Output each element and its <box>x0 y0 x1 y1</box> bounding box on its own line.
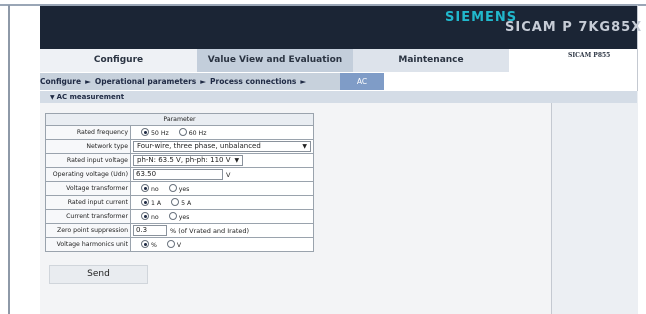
network-type-field: Four-wire, three phase, unbalanced ▼ <box>130 139 314 154</box>
section-header[interactable]: ▼ AC measurement <box>40 91 551 103</box>
tab-value-view[interactable]: Value View and Evaluation <box>197 49 353 72</box>
chevron-down-icon: ▼ <box>302 143 307 150</box>
rated-input-current-1a-radio[interactable] <box>141 198 149 206</box>
breadcrumb-separator-icon: ► <box>85 77 91 86</box>
operating-voltage-label: Operating voltage (Udn) <box>45 167 131 182</box>
voltage-transformer-field: no yes <box>130 181 314 196</box>
send-button[interactable]: Send <box>49 265 148 284</box>
side-panel-header <box>551 91 637 103</box>
network-type-label: Network type <box>45 139 131 154</box>
current-transformer-yes-label: yes <box>178 214 190 221</box>
tab-configure[interactable]: Configure <box>40 49 197 72</box>
voltage-transformer-yes-radio[interactable] <box>168 184 177 192</box>
rated-input-voltage-label: Rated input voltage <box>45 153 131 168</box>
rated-input-current-1a-label: 1 A <box>151 200 162 207</box>
rated-frequency-60hz-radio[interactable] <box>178 128 187 136</box>
parameter-table: Parameter Rated frequency 50 Hz 60 Hz Ne… <box>45 113 314 252</box>
zero-point-suppression-label: Zero point suppression <box>45 223 131 238</box>
table-row: Zero point suppression 0.3% (of Vrated a… <box>45 223 314 238</box>
rated-input-voltage-field: ph-N: 63.5 V, ph-ph: 110 V ▼ <box>130 153 314 168</box>
zero-point-suppression-input[interactable]: 0.3 <box>133 225 167 236</box>
rated-frequency-field: 50 Hz 60 Hz <box>130 125 314 140</box>
rated-frequency-50hz-radio[interactable] <box>141 128 149 136</box>
current-transformer-yes-radio[interactable] <box>168 212 177 220</box>
operating-voltage-field: 63.50 V <box>130 167 314 182</box>
chevron-down-icon: ▼ <box>234 157 240 164</box>
current-transformer-label: Current transformer <box>45 209 131 224</box>
current-transformer-no-label: no <box>151 214 159 221</box>
rated-input-current-label: Rated input current <box>45 195 131 210</box>
rated-input-voltage-select[interactable]: ph-N: 63.5 V, ph-ph: 110 V ▼ <box>133 155 244 166</box>
operating-voltage-unit: V <box>226 170 231 179</box>
table-row: Voltage transformer no yes <box>45 181 314 196</box>
voltage-transformer-no-label: no <box>151 186 159 193</box>
table-header: Parameter <box>45 113 314 126</box>
voltage-transformer-label: Voltage transformer <box>45 181 131 196</box>
rated-input-current-field: 1 A 5 A <box>130 195 314 210</box>
left-border <box>8 5 10 314</box>
voltage-harmonics-volt-radio[interactable] <box>166 240 175 248</box>
table-row: Rated input current 1 A 5 A <box>45 195 314 210</box>
network-type-select[interactable]: Four-wire, three phase, unbalanced ▼ <box>133 141 311 152</box>
breadcrumb: Configure ► Operational parameters ► Process… <box>40 73 384 90</box>
breadcrumb-operational-parameters[interactable]: Operational parameters <box>95 73 196 90</box>
breadcrumb-configure[interactable]: Configure <box>40 73 81 90</box>
product-title: SICAM P 7KG85X <box>505 20 643 35</box>
zero-point-suppression-field: 0.3% (of Vrated and Irated) <box>130 223 314 238</box>
side-panel <box>551 91 638 314</box>
table-row: Rated input voltage ph-N: 63.5 V, ph-ph:… <box>45 153 314 168</box>
rated-input-voltage-value: ph-N: 63.5 V, ph-ph: 110 V <box>137 156 231 164</box>
voltage-transformer-no-radio[interactable] <box>141 184 149 192</box>
rated-input-current-5a-radio[interactable] <box>171 198 180 206</box>
tab-maintenance[interactable]: Maintenance <box>353 49 509 72</box>
voltage-harmonics-percent-radio[interactable] <box>141 240 149 248</box>
section-title: AC measurement <box>56 93 125 101</box>
breadcrumb-process-connections[interactable]: Process connections <box>210 73 296 90</box>
voltage-harmonics-unit-field: % V <box>130 237 314 252</box>
rated-input-current-5a-label: 5 A <box>181 200 192 207</box>
zero-point-suppression-unit: % (of Vrated and Irated) <box>170 226 250 235</box>
main-tabs: Configure Value View and Evaluation Main… <box>40 49 637 72</box>
network-type-value: Four-wire, three phase, unbalanced <box>137 142 261 150</box>
table-row: Network type Four-wire, three phase, unb… <box>45 139 314 154</box>
table-row: Operating voltage (Udn) 63.50 V <box>45 167 314 182</box>
breadcrumb-ac[interactable]: AC <box>340 73 384 90</box>
voltage-harmonics-volt-label: V <box>176 242 182 249</box>
breadcrumb-separator-icon: ► <box>300 77 307 86</box>
voltage-transformer-yes-label: yes <box>178 186 190 193</box>
current-transformer-field: no yes <box>130 209 314 224</box>
table-row: Rated frequency 50 Hz 60 Hz <box>45 125 314 140</box>
breadcrumb-separator-icon: ► <box>200 77 207 86</box>
voltage-harmonics-percent-label: % <box>151 242 157 249</box>
device-tag: SICAM P855 <box>568 52 611 59</box>
table-row: Current transformer no yes <box>45 209 314 224</box>
rated-frequency-label: Rated frequency <box>45 125 131 140</box>
operating-voltage-input[interactable]: 63.50 <box>133 169 223 180</box>
collapse-triangle-icon: ▼ <box>50 94 55 101</box>
current-transformer-no-radio[interactable] <box>141 212 149 220</box>
voltage-harmonics-unit-label: Voltage harmonics unit <box>45 237 131 252</box>
rated-frequency-50hz-label: 50 Hz <box>151 130 169 137</box>
table-row: Voltage harmonics unit % V <box>45 237 314 252</box>
rated-frequency-60hz-label: 60 Hz <box>188 130 207 137</box>
